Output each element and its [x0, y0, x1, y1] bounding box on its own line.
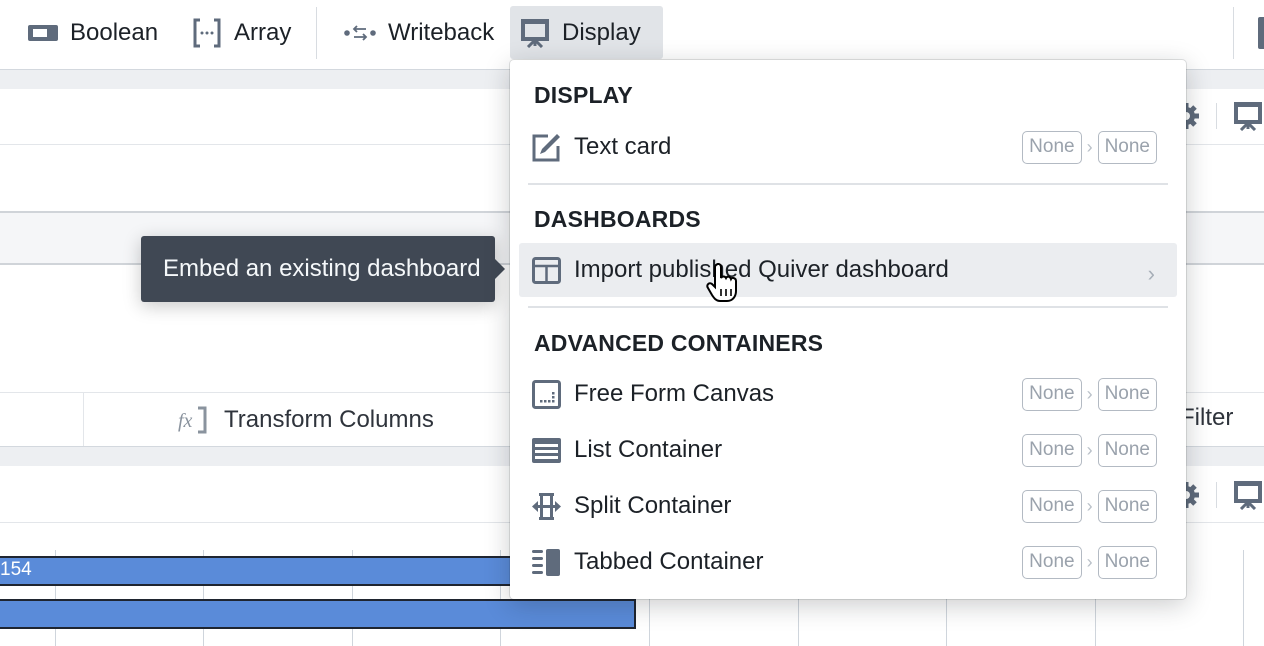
dashboard-layout-icon	[532, 257, 561, 284]
input-tag: None	[1022, 433, 1082, 467]
display-button[interactable]: Display	[510, 6, 663, 59]
output-tag: None	[1097, 433, 1157, 467]
io-tags: None › None	[1022, 377, 1157, 411]
transform-columns-button[interactable]: fx Transform Columns	[178, 393, 434, 447]
function-fx-icon: fx	[178, 406, 207, 434]
menu-item-split-container[interactable]: Split Container None › None	[519, 479, 1177, 533]
writeback-label: Writeback	[388, 18, 495, 46]
chevron-right-icon: ›	[1086, 136, 1093, 157]
menu-item-import-quiver-dashboard[interactable]: Import published Quiver dashboard ›	[519, 243, 1177, 297]
filter-label[interactable]: Filter	[1180, 404, 1233, 432]
header-divider	[1216, 482, 1217, 508]
edit-icon	[532, 134, 560, 162]
header-divider	[1216, 103, 1217, 129]
chevron-right-icon: ›	[1086, 383, 1093, 404]
input-tag: None	[1022, 130, 1082, 164]
hand-pointer-cursor-icon	[706, 263, 737, 302]
toolbar-divider	[1233, 7, 1234, 59]
menu-divider	[528, 183, 1168, 185]
io-tags: None › None	[1022, 489, 1157, 523]
io-tags: None › None	[1022, 130, 1157, 164]
toolbar: Boolean Array Writeback Display	[0, 0, 1264, 69]
tooltip: Embed an existing dashboard	[141, 236, 505, 302]
tooltip-text: Embed an existing dashboard	[163, 255, 481, 282]
divider	[83, 393, 84, 447]
toolbar-divider	[316, 7, 317, 59]
bar-value-label: 154	[0, 559, 32, 580]
output-tag: None	[1097, 377, 1157, 411]
input-tag: None	[1022, 377, 1082, 411]
chevron-right-icon: ›	[1086, 551, 1093, 572]
overflow-toolbar-icon[interactable]	[1258, 17, 1264, 49]
chevron-right-icon: ›	[1086, 439, 1093, 460]
gridline	[1243, 550, 1244, 646]
display-dropdown-menu: DISPLAY Text card None › None DASHBOARDS…	[510, 60, 1186, 599]
menu-divider	[528, 306, 1168, 308]
output-tag: None	[1097, 130, 1157, 164]
menu-item-list-container[interactable]: List Container None › None	[519, 423, 1177, 477]
tabs-icon	[532, 549, 560, 576]
io-tags: None › None	[1022, 545, 1157, 579]
menu-item-label: List Container	[574, 436, 723, 463]
list-icon	[532, 438, 561, 463]
chart-bar[interactable]	[0, 556, 516, 586]
presentation-icon[interactable]	[1233, 101, 1263, 131]
array-brackets-icon	[193, 18, 221, 47]
split-icon	[532, 493, 561, 520]
transform-columns-label: Transform Columns	[224, 406, 434, 433]
output-tag: None	[1097, 545, 1157, 579]
svg-text:fx: fx	[178, 410, 193, 432]
array-button[interactable]: Array	[182, 6, 301, 59]
menu-item-text-card[interactable]: Text card None › None	[519, 120, 1177, 174]
menu-item-label: Free Form Canvas	[574, 380, 775, 407]
io-tags: None › None	[1022, 433, 1157, 467]
menu-item-label: Import published Quiver dashboard	[574, 256, 949, 283]
input-tag: None	[1022, 489, 1082, 523]
chevron-right-icon: ›	[1147, 261, 1155, 286]
canvas-icon	[532, 380, 561, 409]
menu-item-tabbed-container[interactable]: Tabbed Container None › None	[519, 535, 1177, 589]
boolean-label: Boolean	[70, 18, 159, 46]
chevron-right-icon: ›	[1086, 495, 1093, 516]
presentation-icon[interactable]	[1233, 480, 1263, 510]
menu-item-label: Tabbed Container	[574, 548, 764, 575]
menu-item-label: Split Container	[574, 492, 732, 519]
menu-item-label: Text card	[574, 133, 672, 160]
menu-item-free-form-canvas[interactable]: Free Form Canvas None › None	[519, 367, 1177, 421]
boolean-button[interactable]: Boolean	[18, 6, 168, 59]
chart-bar[interactable]	[0, 599, 636, 629]
input-tag: None	[1022, 545, 1082, 579]
presentation-icon	[521, 18, 549, 48]
display-label: Display	[562, 18, 641, 46]
writeback-button[interactable]: Writeback	[334, 6, 504, 59]
menu-heading-dashboards: DASHBOARDS	[534, 206, 701, 232]
menu-heading-advanced-containers: ADVANCED CONTAINERS	[534, 330, 824, 356]
menu-heading-display: DISPLAY	[534, 82, 633, 108]
writeback-arrows-icon	[344, 24, 376, 41]
boolean-toggle-icon	[28, 24, 58, 41]
output-tag: None	[1097, 489, 1157, 523]
array-label: Array	[234, 18, 292, 46]
